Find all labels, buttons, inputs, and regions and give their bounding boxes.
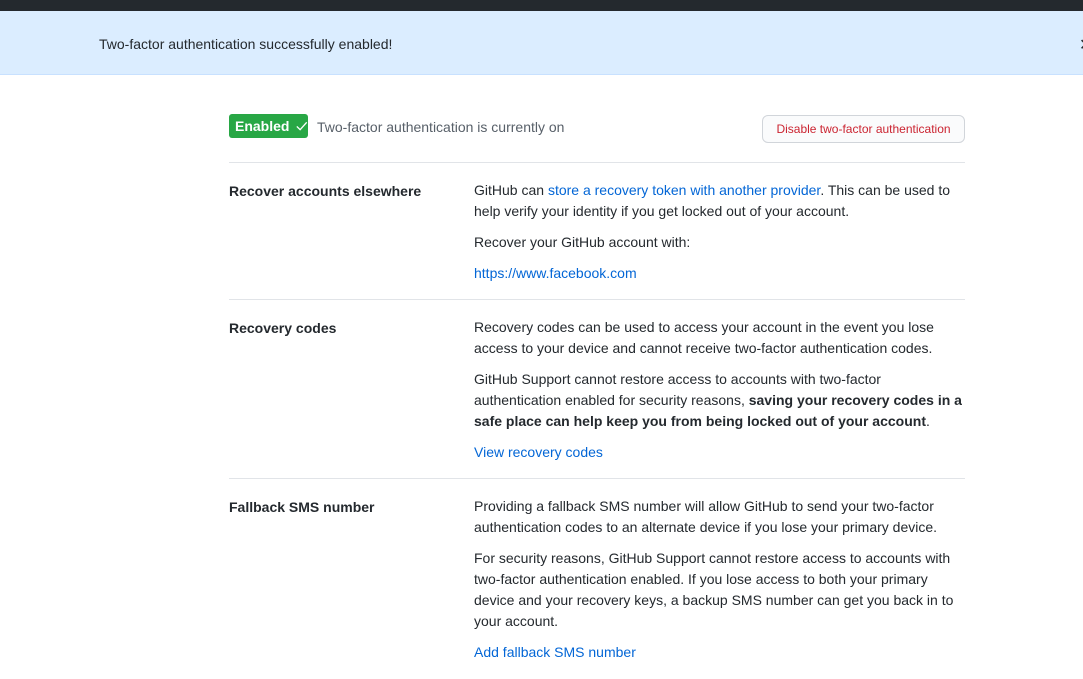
provider-link[interactable]: https://www.facebook.com [474, 265, 637, 281]
flash-message: Two-factor authentication successfully e… [99, 36, 393, 52]
status-row: Enabled Two-factor authentication is cur… [229, 75, 965, 163]
recover-description: GitHub can store a recovery token with a… [474, 180, 965, 222]
status-text: Two-factor authentication is currently o… [317, 119, 565, 135]
recovery-codes-section: Recovery codes Recovery codes can be use… [229, 300, 965, 479]
recover-with-label: Recover your GitHub account with: [474, 234, 691, 250]
check-icon [296, 121, 308, 131]
sms-description: Providing a fallback SMS number will all… [474, 498, 938, 535]
codes-warning: GitHub Support cannot restore access to … [474, 369, 965, 432]
codes-description: Recovery codes can be used to access you… [474, 319, 934, 356]
section-title: Fallback SMS number [229, 499, 375, 515]
two-factor-settings: Enabled Two-factor authentication is cur… [229, 75, 965, 679]
recover-accounts-section: Recover accounts elsewhere GitHub can st… [229, 163, 965, 300]
sms-warning: For security reasons, GitHub Support can… [474, 550, 954, 629]
section-title: Recovery codes [229, 320, 337, 336]
badge-label: Enabled [235, 118, 290, 134]
enabled-badge: Enabled [229, 114, 308, 138]
close-icon[interactable]: ✕ [1079, 35, 1083, 54]
header-bar [0, 0, 1083, 11]
add-sms-link[interactable]: Add fallback SMS number [474, 644, 636, 660]
recovery-token-link[interactable]: store a recovery token with another prov… [548, 182, 820, 198]
disable-2fa-button[interactable]: Disable two-factor authentication [762, 115, 965, 143]
section-title: Recover accounts elsewhere [229, 183, 422, 199]
fallback-sms-section: Fallback SMS number Providing a fallback… [229, 479, 965, 679]
view-recovery-codes-link[interactable]: View recovery codes [474, 444, 603, 460]
text: . [926, 413, 930, 429]
text: GitHub can [474, 182, 548, 198]
flash-notice: Two-factor authentication successfully e… [0, 11, 1083, 75]
